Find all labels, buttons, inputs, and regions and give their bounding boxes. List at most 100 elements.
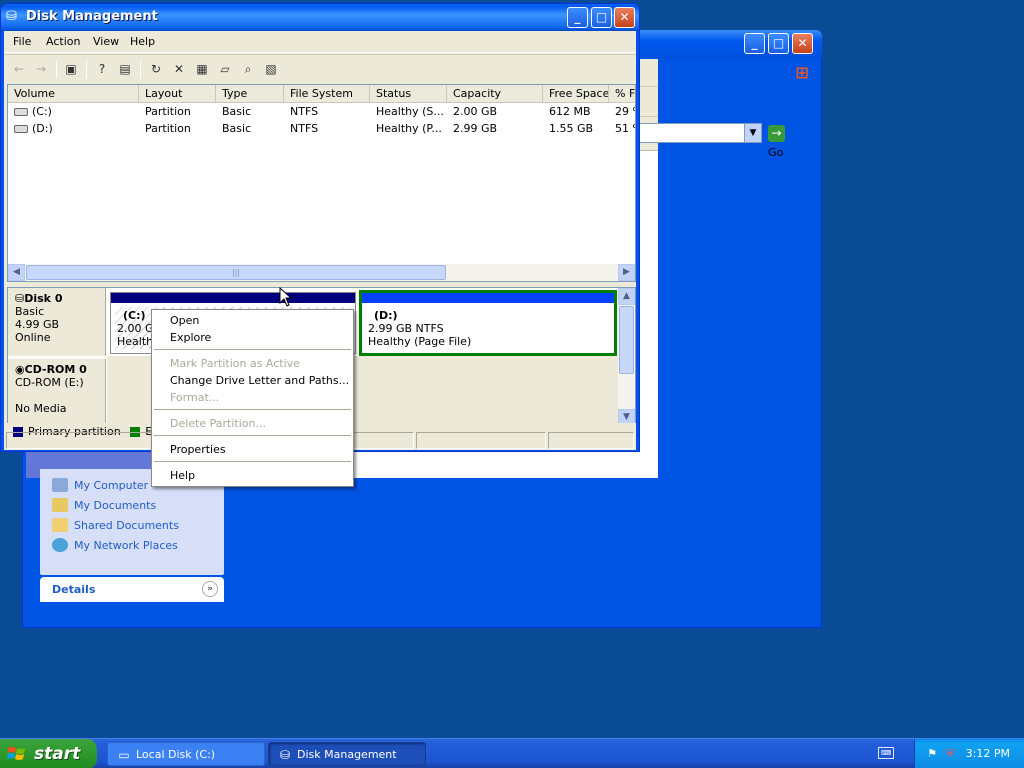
disk-0-name: Disk 0 xyxy=(24,292,63,305)
toolbar: ← → ▣ ? ▤ ↻ ✕ ▦ ▱ ⌕ ▧ xyxy=(4,54,636,82)
ctx-properties[interactable]: Properties xyxy=(154,441,351,458)
col-capacity[interactable]: Capacity xyxy=(447,85,543,103)
menubar: File Action View Help xyxy=(4,31,636,53)
refresh-icon[interactable]: ↻ xyxy=(147,60,165,78)
clock[interactable]: 3:12 PM xyxy=(966,747,1010,760)
forward-icon[interactable]: → xyxy=(32,60,50,78)
partition-d-status: Healthy (Page File) xyxy=(368,335,472,348)
cell-type: Basic xyxy=(222,122,252,135)
task-my-documents[interactable]: My Documents xyxy=(40,495,224,515)
scroll-left-icon[interactable]: ◀ xyxy=(8,264,25,281)
col-status[interactable]: Status xyxy=(370,85,447,103)
explorer-minimize-button[interactable]: _ xyxy=(744,33,765,54)
details-toggle-icon[interactable]: » xyxy=(202,581,218,597)
menu-help[interactable]: Help xyxy=(130,35,155,48)
windows-logo-icon: ⊞ xyxy=(795,63,809,82)
ctx-explore[interactable]: Explore xyxy=(154,329,351,346)
ctx-open[interactable]: Open xyxy=(154,312,351,329)
titlebar[interactable]: ⛁ Disk Management _ □ ✕ xyxy=(1,4,639,31)
taskbar-button-label: Local Disk (C:) xyxy=(136,748,216,761)
task-label: My Computer xyxy=(74,478,149,492)
ctx-delete-partition: Delete Partition... xyxy=(170,417,266,430)
explorer-maximize-button[interactable]: □ xyxy=(768,33,789,54)
close-button[interactable]: ✕ xyxy=(614,7,635,28)
col-volume[interactable]: Volume xyxy=(8,85,139,103)
drive-icon xyxy=(14,108,28,116)
start-button[interactable]: start xyxy=(0,739,97,768)
disk-icon: ⛁ xyxy=(15,292,25,305)
scroll-thumb[interactable]: ||| xyxy=(26,265,446,280)
vertical-scroll-thumb[interactable] xyxy=(619,306,634,374)
drive-icon xyxy=(14,125,28,133)
start-label: start xyxy=(34,744,81,764)
col-free-space[interactable]: Free Space xyxy=(543,85,609,103)
system-tray: ⚑ ⛨ 3:12 PM xyxy=(914,739,1024,768)
delete-icon[interactable]: ✕ xyxy=(170,60,188,78)
network-icon[interactable]: ⚑ xyxy=(925,747,939,761)
partition-d-size: 2.99 GB NTFS xyxy=(368,322,444,335)
open-folder-icon[interactable]: ▱ xyxy=(216,60,234,78)
col-type[interactable]: Type xyxy=(216,85,284,103)
disk-0-label[interactable]: ⛁Disk 0 Basic 4.99 GB Online xyxy=(8,288,106,356)
col-layout[interactable]: Layout xyxy=(139,85,216,103)
col-percent-free[interactable]: % Fr xyxy=(609,85,635,103)
task-label: My Documents xyxy=(74,498,157,512)
status-cell xyxy=(416,432,546,449)
cell-capacity: 2.00 GB xyxy=(453,105,498,118)
properties-icon[interactable]: ▤ xyxy=(116,60,134,78)
security-shield-icon[interactable]: ⛨ xyxy=(943,747,957,761)
back-icon[interactable]: ← xyxy=(10,60,28,78)
task-my-network-places[interactable]: My Network Places xyxy=(40,535,224,555)
volume-list[interactable]: Volume Layout Type File System Status Ca… xyxy=(7,84,636,282)
console-tree-icon[interactable]: ▣ xyxy=(62,60,80,78)
table-row[interactable]: (C:) Partition Basic NTFS Healthy (S... … xyxy=(8,103,635,120)
cell-free-space: 612 MB xyxy=(549,105,591,118)
menu-action[interactable]: Action xyxy=(46,35,80,48)
vertical-scrollbar[interactable]: ▲ ▼ xyxy=(618,288,635,426)
drive-icon: ▭ xyxy=(118,748,130,762)
table-row[interactable]: (D:) Partition Basic NTFS Healthy (P... … xyxy=(8,120,635,137)
help-icon[interactable]: ? xyxy=(93,60,111,78)
toolbar-separator xyxy=(140,60,141,78)
maximize-button[interactable]: □ xyxy=(591,7,612,28)
explorer-titlebar[interactable]: _ □ ✕ xyxy=(618,30,822,58)
cell-percent-free: 51 % xyxy=(615,122,635,135)
minimize-button[interactable]: _ xyxy=(567,7,588,28)
search-icon[interactable]: ⌕ xyxy=(239,60,257,78)
properties-sheet-icon[interactable]: ▦ xyxy=(193,60,211,78)
cell-free-space: 1.55 GB xyxy=(549,122,594,135)
primary-partition-bar xyxy=(111,293,355,303)
details-header[interactable]: Details » xyxy=(40,577,224,602)
cdrom-0-title: ◉CD-ROM 0 xyxy=(15,363,105,376)
menu-view[interactable]: View xyxy=(93,35,119,48)
ctx-separator xyxy=(154,461,351,462)
primary-partition-bar xyxy=(362,293,614,303)
col-file-system[interactable]: File System xyxy=(284,85,370,103)
export-icon[interactable]: ▧ xyxy=(262,60,280,78)
taskbar-disk-management[interactable]: ⛁ Disk Management xyxy=(268,742,426,766)
cell-file-system: NTFS xyxy=(290,122,319,135)
address-dropdown-icon[interactable]: ▼ xyxy=(744,123,762,143)
menu-file[interactable]: File xyxy=(13,35,31,48)
horizontal-scrollbar[interactable]: ◀ ||| ▶ xyxy=(8,264,635,281)
partition-d[interactable]: (D:) 2.99 GB NTFS Healthy (Page File) xyxy=(359,290,617,356)
ctx-separator xyxy=(154,435,351,436)
taskbar-local-disk[interactable]: ▭ Local Disk (C:) xyxy=(107,742,265,766)
task-shared-documents[interactable]: Shared Documents xyxy=(40,515,224,535)
ctx-help[interactable]: Help xyxy=(154,467,351,484)
disk-0-type: Basic xyxy=(15,305,45,318)
go-label: Go xyxy=(768,146,784,159)
scroll-up-icon[interactable]: ▲ xyxy=(618,288,635,305)
toolbar-separator xyxy=(56,60,57,78)
context-menu[interactable]: Open Explore Mark Partition as Active Ch… xyxy=(151,309,354,487)
partition-d-text: (D:) 2.99 GB NTFS Healthy (Page File) xyxy=(368,309,471,348)
go-button[interactable]: → Go xyxy=(768,123,789,163)
cdrom-0-label[interactable]: ◉CD-ROM 0 CD-ROM (E:) No Media xyxy=(8,359,106,426)
keyboard-icon[interactable]: ⌨ xyxy=(878,747,894,759)
disk-0-state: Online xyxy=(15,331,51,344)
ctx-change-drive-letter[interactable]: Change Drive Letter and Paths... xyxy=(154,372,351,389)
cdrom-icon: ◉ xyxy=(15,363,25,376)
scroll-right-icon[interactable]: ▶ xyxy=(618,264,635,281)
explorer-close-button[interactable]: ✕ xyxy=(792,33,813,54)
